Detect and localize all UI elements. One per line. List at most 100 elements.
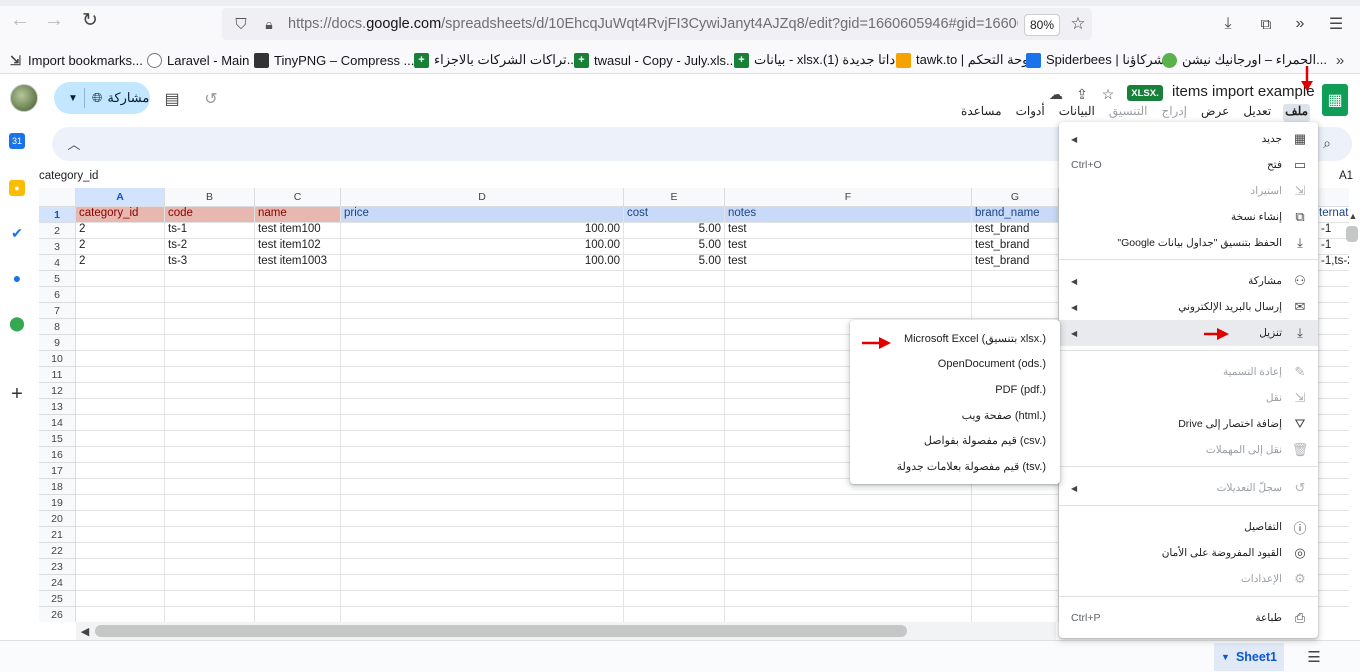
table-cell[interactable] [341, 351, 624, 367]
row-header[interactable]: 11 [39, 367, 76, 383]
table-cell[interactable] [255, 335, 341, 351]
bookmark-spiderbees[interactable]: Spiderbees | شركاؤنا [1026, 46, 1164, 74]
file-menu-item[interactable]: ✎ إعادة التسمية [1059, 359, 1318, 385]
table-cell[interactable] [76, 431, 165, 447]
file-menu-item[interactable]: ↺ سجلّ التعديلات ◀ [1059, 475, 1318, 501]
column-header[interactable]: D [341, 188, 624, 207]
row-header[interactable]: 9 [39, 335, 76, 351]
file-menu-item[interactable]: ⎙ طباعة Ctrl+P [1059, 605, 1318, 631]
table-cell[interactable]: test_brand [972, 239, 1059, 255]
table-cell[interactable] [624, 431, 725, 447]
table-cell[interactable] [725, 591, 972, 607]
download-icon[interactable]: ⤓ [1216, 12, 1240, 36]
menu-data[interactable]: البيانات [1057, 104, 1097, 122]
row-header[interactable]: 3 [39, 239, 76, 255]
row-header[interactable]: 12 [39, 383, 76, 399]
column-header[interactable]: B [165, 188, 255, 207]
table-cell[interactable] [624, 287, 725, 303]
table-cell[interactable] [76, 271, 165, 287]
bookmark-tawk[interactable]: tawk.to | لوحة التحكم [896, 46, 1033, 74]
document-title[interactable]: items import example [1172, 83, 1315, 100]
table-cell[interactable] [725, 559, 972, 575]
table-cell[interactable]: test_brand [972, 223, 1059, 239]
table-cell[interactable]: test item102 [255, 239, 341, 255]
table-cell[interactable] [972, 559, 1059, 575]
table-cell[interactable] [76, 511, 165, 527]
table-cell[interactable] [341, 383, 624, 399]
table-cell[interactable] [255, 303, 341, 319]
menu-file[interactable]: ملف [1283, 104, 1310, 122]
table-cell[interactable] [624, 479, 725, 495]
menu-view[interactable]: عرض [1199, 104, 1231, 122]
table-cell[interactable]: notes [725, 207, 972, 223]
table-cell[interactable] [972, 591, 1059, 607]
table-cell[interactable] [165, 351, 255, 367]
menu-edit[interactable]: تعديل [1241, 104, 1273, 122]
row-header[interactable]: 19 [39, 495, 76, 511]
table-cell[interactable] [255, 447, 341, 463]
table-cell[interactable] [255, 543, 341, 559]
bookmark-tinypng[interactable]: TinyPNG – Compress ... [254, 46, 414, 74]
table-cell[interactable] [341, 415, 624, 431]
file-menu-item[interactable]: ▭ فتح Ctrl+O [1059, 152, 1318, 178]
column-header[interactable]: A [76, 188, 165, 207]
scroll-up-icon[interactable]: ▲ [1346, 209, 1360, 223]
table-cell[interactable] [255, 431, 341, 447]
bookmark-laravel[interactable]: Laravel - Main [147, 46, 249, 74]
table-cell[interactable] [341, 527, 624, 543]
column-header[interactable]: G [972, 188, 1059, 207]
table-cell[interactable] [165, 383, 255, 399]
table-cell[interactable] [165, 527, 255, 543]
table-cell[interactable] [341, 479, 624, 495]
shield-icon[interactable]: ⛉ [230, 12, 252, 36]
table-cell[interactable] [76, 479, 165, 495]
table-cell[interactable] [165, 447, 255, 463]
table-cell[interactable]: test [725, 239, 972, 255]
table-cell[interactable] [341, 319, 624, 335]
table-cell[interactable] [165, 479, 255, 495]
table-cell[interactable] [76, 527, 165, 543]
star-icon[interactable]: ☆ [1098, 84, 1118, 104]
name-box[interactable]: A1 [1339, 170, 1353, 182]
table-cell[interactable] [341, 575, 624, 591]
table-cell[interactable] [624, 511, 725, 527]
table-cell[interactable] [725, 543, 972, 559]
forward-icon[interactable]: → [40, 6, 68, 34]
table-cell[interactable] [341, 367, 624, 383]
table-cell[interactable] [341, 591, 624, 607]
table-cell[interactable] [255, 367, 341, 383]
table-cell[interactable] [624, 463, 725, 479]
table-cell[interactable] [165, 415, 255, 431]
table-cell[interactable] [255, 511, 341, 527]
table-cell[interactable]: test item1003 [255, 255, 341, 271]
table-cell[interactable] [165, 559, 255, 575]
table-cell[interactable] [165, 303, 255, 319]
bookmark-sheet-3[interactable]: +بيانات - xlsx.داتا جديدة (1)... [734, 46, 906, 74]
table-cell[interactable] [76, 575, 165, 591]
table-cell[interactable] [725, 271, 972, 287]
cloud-saved-icon[interactable]: ☁ [1046, 84, 1066, 104]
table-cell[interactable]: 100.00 [341, 239, 624, 255]
table-cell[interactable] [624, 335, 725, 351]
bookmark-sheet-2[interactable]: + twasul - Copy - July.xls... [574, 46, 737, 74]
table-cell[interactable] [341, 495, 624, 511]
table-cell[interactable] [76, 399, 165, 415]
table-cell[interactable] [255, 383, 341, 399]
table-cell[interactable]: test [725, 223, 972, 239]
table-cell[interactable] [972, 287, 1059, 303]
table-cell[interactable] [341, 511, 624, 527]
avatar[interactable] [10, 84, 38, 112]
table-cell[interactable] [165, 511, 255, 527]
row-header[interactable]: 24 [39, 575, 76, 591]
table-cell[interactable] [624, 303, 725, 319]
row-header[interactable]: 6 [39, 287, 76, 303]
table-cell[interactable] [76, 447, 165, 463]
calendar-icon[interactable]: 31 [9, 133, 25, 149]
table-cell[interactable] [255, 607, 341, 622]
row-header[interactable]: 21 [39, 527, 76, 543]
table-cell[interactable]: name [255, 207, 341, 223]
table-cell[interactable] [255, 415, 341, 431]
file-menu-item[interactable]: ⓘ التفاصيل [1059, 514, 1318, 540]
file-menu-item[interactable]: ◎ القيود المفروضة على الأمان [1059, 540, 1318, 566]
row-header[interactable]: 7 [39, 303, 76, 319]
